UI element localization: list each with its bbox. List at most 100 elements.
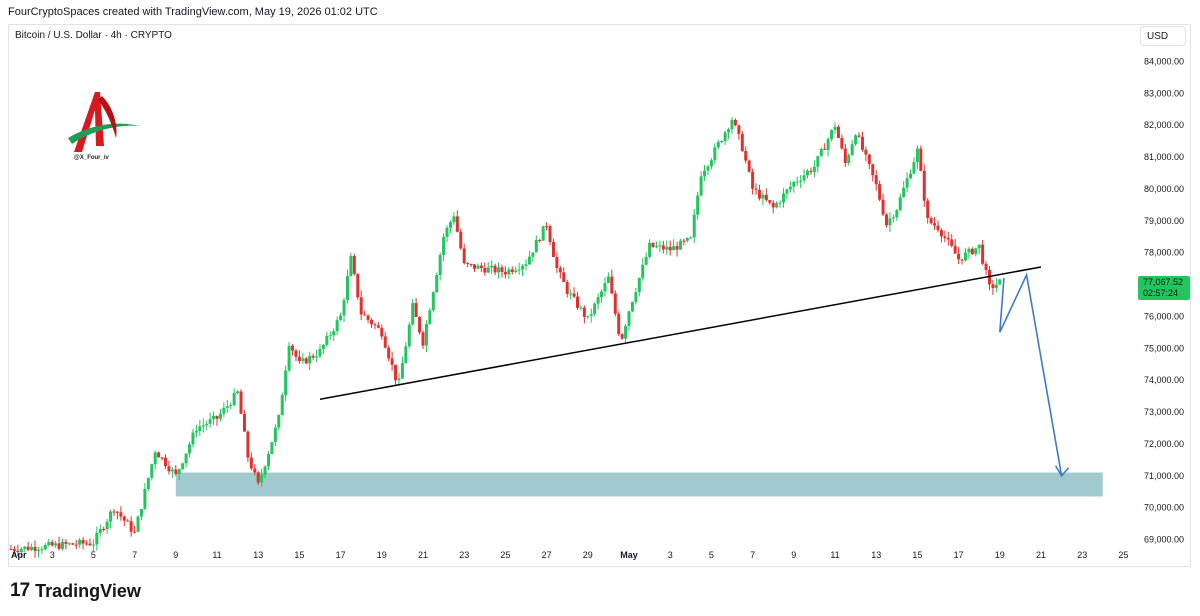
candle-body (819, 148, 823, 157)
candle-body (493, 265, 497, 273)
y-tick-label: 72,000.00 (1144, 439, 1184, 449)
candle-body (373, 324, 377, 326)
candle-body (881, 199, 885, 215)
candle-body (926, 200, 930, 219)
candle-body (366, 315, 370, 320)
candle-body (232, 393, 236, 406)
candle-body (400, 363, 404, 379)
candle-body (383, 336, 387, 348)
candle-body (548, 226, 552, 242)
candle-body (689, 237, 693, 239)
x-tick-label: 5 (91, 550, 96, 560)
candle-body (23, 546, 27, 550)
y-tick-label: 71,000.00 (1144, 471, 1184, 481)
candle-body (682, 240, 686, 242)
candle-body (242, 413, 246, 432)
candle-body (665, 246, 669, 250)
x-tick-label: 17 (336, 550, 346, 560)
candle-body (50, 542, 54, 546)
candle-body (768, 200, 772, 203)
candle-body (953, 245, 957, 254)
candle-body (500, 267, 504, 272)
candle-body (291, 345, 295, 351)
candle-body (387, 347, 391, 359)
candle-body (160, 457, 164, 459)
candle-body (576, 296, 579, 308)
candle-body (974, 248, 978, 255)
candle-body (174, 469, 178, 474)
candle-body (466, 263, 470, 265)
price-chart[interactable]: 84,000.00 83,000.00 82,000.00 81,000.00 80,0… (0, 0, 1200, 616)
candle-body (517, 269, 521, 271)
candle-body (720, 140, 724, 143)
candle-body (201, 425, 205, 427)
x-tick-label: 25 (1118, 550, 1128, 560)
candle-body (751, 171, 755, 189)
candle-body (47, 542, 51, 545)
candle-body (277, 415, 281, 428)
candle-body (129, 521, 133, 532)
candle-body (335, 320, 339, 332)
candle-body (806, 170, 810, 176)
candle-body (644, 256, 648, 265)
candle-body (177, 468, 181, 474)
x-tick-label: 7 (132, 550, 137, 560)
candle-body (521, 265, 525, 270)
candle-body (64, 541, 68, 544)
candle-body (380, 327, 384, 337)
candle-body (486, 267, 490, 273)
candle-body (308, 355, 312, 364)
x-tick-label: 29 (583, 550, 593, 560)
tradingview-wordmark: TradingView (35, 580, 141, 601)
candle-body (933, 223, 937, 226)
x-tick-label: May (620, 550, 638, 560)
candle-body (164, 457, 167, 467)
candle-body (404, 346, 408, 364)
candle-body (194, 431, 198, 433)
tradingview-logo-icon: 17 (10, 580, 30, 601)
candle-body (895, 210, 899, 218)
candle-body (830, 129, 834, 140)
candle-body (352, 255, 356, 274)
candle-body (795, 181, 799, 183)
candle-body (885, 214, 888, 226)
support-zone-layer (175, 472, 1103, 497)
candle-body (267, 453, 270, 467)
candle-body (555, 257, 559, 269)
candle-body (270, 442, 274, 454)
candle-body (919, 148, 923, 171)
candle-body (370, 319, 373, 325)
candle-body (428, 310, 432, 325)
candle-body (105, 521, 109, 530)
candle-body (977, 244, 981, 249)
candle-body (284, 370, 288, 396)
candle-body (960, 259, 964, 261)
candle-body (668, 246, 672, 251)
candle-body (970, 248, 974, 255)
footer-brand[interactable]: 17 TradingView (10, 580, 141, 602)
candle-body (503, 271, 507, 275)
candle-body (490, 265, 494, 268)
candle-body (867, 154, 871, 165)
candle-body (294, 350, 298, 357)
candle-body (754, 188, 758, 190)
candle-body (946, 237, 950, 240)
candle-body (236, 391, 240, 394)
x-tick-label: 23 (459, 550, 469, 560)
candle-body (840, 137, 844, 149)
x-tick-label: 15 (294, 550, 304, 560)
candle-body (785, 189, 789, 194)
candle-body (328, 335, 332, 337)
candle-body (287, 345, 291, 371)
candle-body (967, 248, 971, 253)
candle-body (675, 246, 679, 250)
candle-body (157, 452, 161, 458)
candle-body (273, 427, 277, 443)
candle-body (963, 252, 967, 261)
candle-body (860, 136, 864, 150)
candle-body (847, 154, 851, 164)
candle-body (630, 302, 634, 312)
candle-body (332, 331, 336, 336)
candle-body (88, 543, 92, 546)
candle-body (685, 237, 689, 241)
